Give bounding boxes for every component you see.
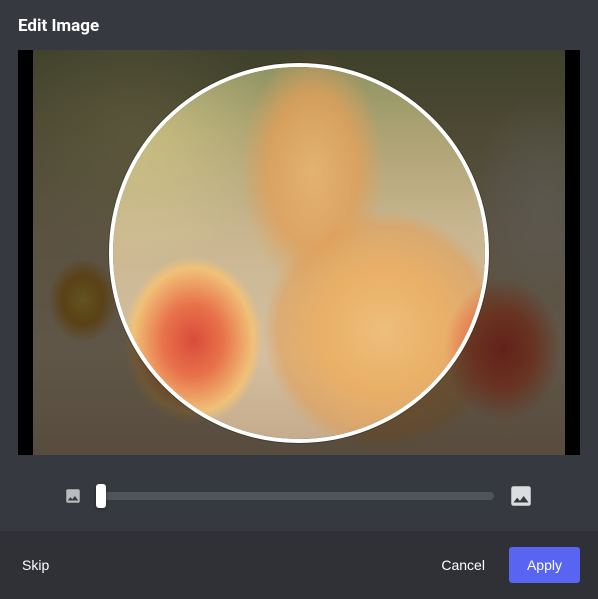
image-frame[interactable] [18, 50, 580, 455]
skip-button[interactable]: Skip [18, 549, 53, 581]
image-canvas[interactable] [33, 50, 565, 455]
zoom-in-icon [508, 483, 534, 509]
image-crop-area [0, 50, 598, 455]
zoom-slider-row [0, 455, 598, 531]
crop-circle-preview[interactable] [109, 63, 489, 443]
cropped-image-preview [109, 63, 489, 443]
modal-header: Edit Image [0, 0, 598, 50]
cancel-button[interactable]: Cancel [425, 549, 501, 581]
zoom-slider[interactable] [96, 492, 494, 500]
edit-image-modal: Edit Image Skip Canc [0, 0, 598, 597]
apply-button[interactable]: Apply [509, 547, 580, 583]
zoom-slider-thumb[interactable] [96, 484, 106, 508]
modal-footer: Skip Cancel Apply [0, 531, 598, 599]
zoom-out-icon [64, 487, 82, 505]
modal-title: Edit Image [18, 16, 580, 36]
